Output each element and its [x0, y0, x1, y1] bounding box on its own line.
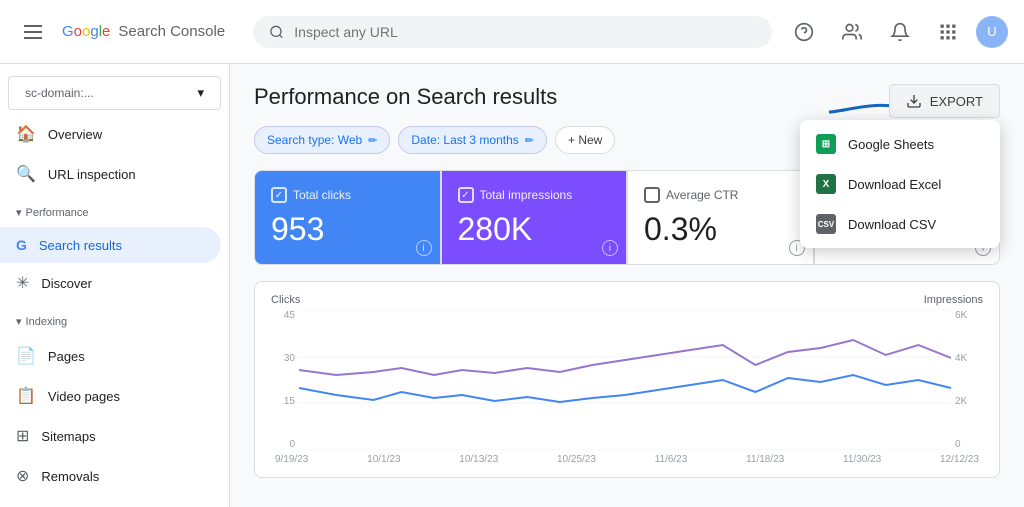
metric-checkbox[interactable]: ✓ [271, 187, 287, 203]
y-axis-left: 45 30 15 0 [271, 310, 295, 450]
sidebar-item-label: Sitemaps [41, 429, 95, 444]
sidebar-item-search-results[interactable]: G Search results [0, 227, 221, 263]
chart-svg [299, 310, 951, 450]
apps-button[interactable] [928, 12, 968, 52]
sidebar-item-label: Video pages [48, 389, 120, 404]
metric-card-total-impressions: ✓ Total impressions 280K i [441, 170, 628, 265]
sidebar-section-performance[interactable]: ▾ Performance [0, 198, 229, 227]
edit-icon: ✏ [525, 134, 534, 147]
sidebar-item-label: Overview [48, 127, 102, 142]
topbar: Google Search Console [0, 0, 1024, 64]
sidebar-item-label: Discover [41, 276, 92, 291]
metric-label: ✓ Total clicks [271, 187, 424, 203]
dropdown-item-download-excel[interactable]: X Download Excel [800, 164, 1000, 204]
video-pages-icon: 📋 [16, 386, 36, 406]
sidebar-item-label: Search results [39, 238, 122, 253]
chevron-down-icon: ▾ [16, 315, 22, 328]
help-icon [794, 22, 814, 42]
left-axis-label: Clicks [271, 294, 300, 306]
sidebar-section-experience[interactable]: ▾ Experience [0, 500, 229, 507]
chart-container: Clicks Impressions 45 30 15 0 [254, 281, 1000, 478]
metric-value: 0.3% [644, 211, 797, 248]
pages-icon: 📄 [16, 346, 36, 366]
chart-header: Clicks Impressions [271, 294, 983, 306]
dropdown-item-label: Google Sheets [848, 137, 934, 152]
metric-label: ✓ Total impressions [458, 187, 611, 203]
new-label: + New [568, 133, 602, 147]
sidebar-section-indexing[interactable]: ▾ Indexing [0, 307, 229, 336]
url-search-bar[interactable] [253, 16, 772, 48]
sidebar-item-discover[interactable]: ✳ Discover [0, 263, 221, 303]
chevron-down-icon: ▾ [197, 85, 204, 101]
filter-label: Date: Last 3 months [411, 133, 518, 147]
sidebar-item-video-pages[interactable]: 📋 Video pages [0, 376, 221, 416]
y-axis-right: 6K 4K 2K 0 [955, 310, 983, 450]
metric-checkbox[interactable]: ✓ [458, 187, 474, 203]
date-range-filter[interactable]: Date: Last 3 months ✏ [398, 126, 547, 154]
filter-label: Search type: Web [267, 133, 362, 147]
section-label: Performance [26, 207, 89, 219]
google-g-icon: G [16, 237, 27, 253]
excel-icon: X [816, 174, 836, 194]
export-label: EXPORT [930, 94, 983, 109]
metric-card-total-clicks: ✓ Total clicks 953 i [254, 170, 441, 265]
export-button[interactable]: EXPORT [889, 84, 1000, 118]
dropdown-item-google-sheets[interactable]: ⊞ Google Sheets [800, 124, 1000, 164]
sidebar-item-label: Removals [41, 469, 99, 484]
info-icon[interactable]: i [416, 240, 432, 256]
dropdown-item-download-csv[interactable]: CSV Download CSV [800, 204, 1000, 244]
brand-logo: Google Search Console [62, 23, 225, 40]
metric-checkbox[interactable] [644, 187, 660, 203]
help-button[interactable] [784, 12, 824, 52]
dropdown-item-label: Download CSV [848, 217, 936, 232]
search-icon: 🔍 [16, 164, 36, 184]
edit-icon: ✏ [368, 134, 377, 147]
section-label: Indexing [26, 316, 68, 328]
sidebar-item-pages[interactable]: 📄 Pages [0, 336, 221, 376]
topbar-actions: U [784, 12, 1008, 52]
users-icon [842, 22, 862, 42]
menu-button[interactable] [16, 17, 50, 47]
chart-area [299, 310, 951, 450]
sidebar: sc-domain:... ▾ 🏠 Overview 🔍 URL inspect… [0, 64, 230, 507]
sidebar-item-overview[interactable]: 🏠 Overview [0, 114, 221, 154]
metric-value: 953 [271, 211, 424, 248]
sidebar-item-url-inspection[interactable]: 🔍 URL inspection [0, 154, 221, 194]
users-button[interactable] [832, 12, 872, 52]
sitemaps-icon: ⊞ [16, 426, 29, 446]
metric-card-avg-ctr: Average CTR 0.3% i [627, 170, 814, 265]
right-axis-label: Impressions [924, 294, 983, 306]
csv-icon: CSV [816, 214, 836, 234]
bell-icon [890, 22, 910, 42]
notifications-button[interactable] [880, 12, 920, 52]
sidebar-item-label: Pages [48, 349, 85, 364]
metric-label: Average CTR [644, 187, 797, 203]
home-icon: 🏠 [16, 124, 36, 144]
info-icon[interactable]: i [602, 240, 618, 256]
removals-icon: ⊗ [16, 466, 29, 486]
main-content: Performance on Search results EXPO [230, 64, 1024, 507]
metric-value: 280K [458, 211, 611, 248]
sidebar-item-sitemaps[interactable]: ⊞ Sitemaps [0, 416, 221, 456]
chevron-down-icon: ▾ [16, 206, 22, 219]
property-selector[interactable]: sc-domain:... ▾ [8, 76, 221, 110]
export-dropdown: ⊞ Google Sheets X Download Excel CSV Dow… [800, 120, 1000, 248]
url-input[interactable] [294, 24, 756, 40]
dropdown-item-label: Download Excel [848, 177, 941, 192]
sidebar-item-removals[interactable]: ⊗ Removals [0, 456, 221, 496]
new-filter-button[interactable]: + New [555, 126, 615, 154]
discover-icon: ✳ [16, 273, 29, 293]
sidebar-item-label: URL inspection [48, 167, 136, 182]
sheets-icon: ⊞ [816, 134, 836, 154]
download-icon [906, 93, 922, 109]
avatar[interactable]: U [976, 16, 1008, 48]
search-icon [269, 24, 284, 40]
search-type-filter[interactable]: Search type: Web ✏ [254, 126, 390, 154]
apps-icon [938, 22, 958, 42]
property-label: sc-domain:... [25, 86, 94, 100]
chart-x-labels: 9/19/23 10/1/23 10/13/23 10/25/23 11/6/2… [271, 454, 983, 465]
